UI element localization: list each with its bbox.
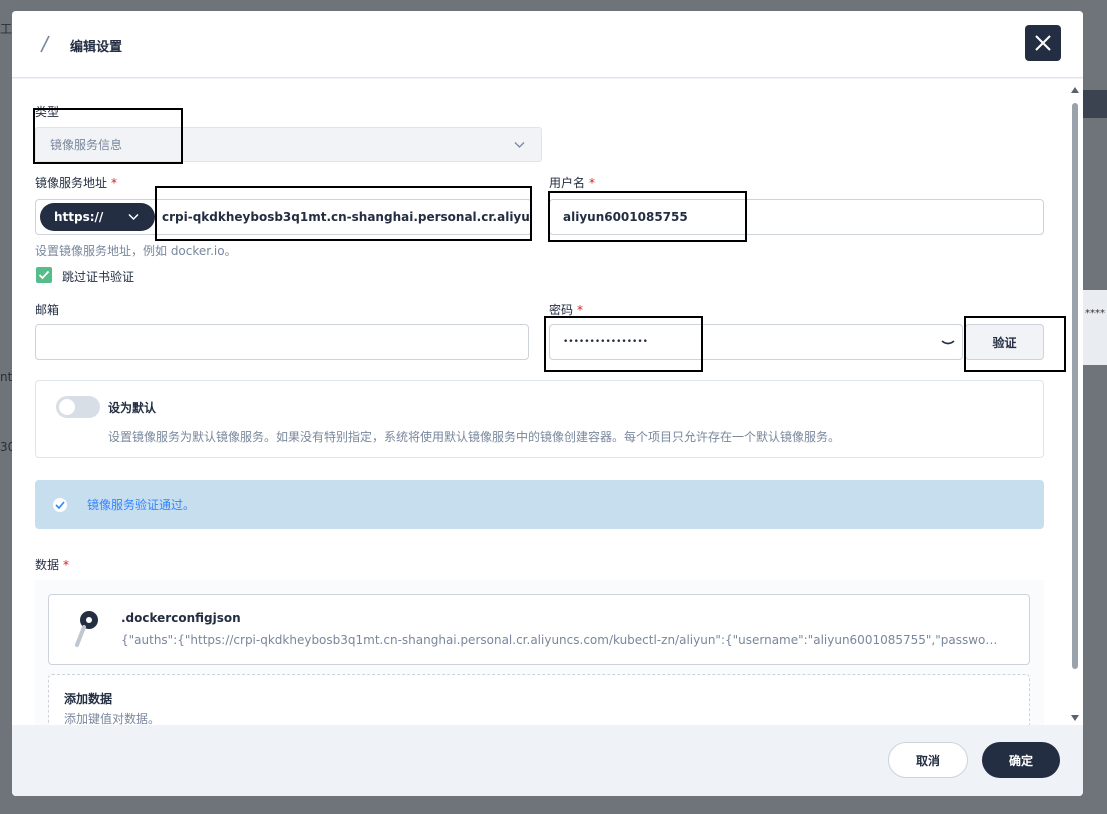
confirm-button[interactable]: 确定 [982,742,1060,778]
close-button[interactable] [1025,25,1061,61]
cancel-button[interactable]: 取消 [888,742,968,778]
email-label: 邮箱 [35,303,60,317]
chevron-down-icon [128,213,139,221]
add-data-card[interactable]: 添加数据 添加键值对数据。 [48,674,1030,725]
dialog-footer: 取消 确定 [12,725,1083,796]
background-text: nt [0,370,13,384]
registry-address-input[interactable]: crpi-qkdkheybosb3q1mt.cn-shanghai.person… [162,210,530,224]
eye-closed-icon[interactable] [940,340,956,346]
chevron-down-icon [514,142,525,148]
verify-button[interactable]: 验证 [965,324,1044,360]
default-setting-card: 设为默认 设置镜像服务为默认镜像服务。如果没有特别指定，系统将使用默认镜像服务中… [35,380,1044,458]
type-label: 类型 [35,105,60,119]
data-entry-value: {"auths":{"https://crpi-qkdkheybosb3q1mt… [121,633,1001,647]
add-data-description: 添加键值对数据。 [64,712,161,725]
dialog-title: 编辑设置 [70,40,123,55]
username-label: 用户名 * [549,176,596,190]
registry-address-field: https:// crpi-qkdkheybosb3q1mt.cn-shangh… [35,199,532,235]
add-data-title: 添加数据 [64,692,113,706]
scroll-up-arrow-icon[interactable] [1070,86,1080,94]
default-setting-description: 设置镜像服务为默认镜像服务。如果没有特别指定，系统将使用默认镜像服务中的镜像创建… [108,430,841,444]
background-band [1082,290,1107,365]
skip-tls-label: 跳过证书验证 [62,270,135,284]
background-text: **** [1085,308,1105,319]
protocol-value: https:// [54,210,104,224]
default-setting-title: 设为默认 [108,401,157,415]
skip-tls-checkbox[interactable] [36,267,52,283]
dialog-header: 编辑设置 [12,11,1083,78]
registry-address-hint: 设置镜像服务地址，例如 docker.io。 [35,244,237,258]
alert-text: 镜像服务验证通过。 [87,498,196,512]
close-icon [1035,35,1051,51]
password-input[interactable]: •••••••••••••••• [549,324,963,360]
email-input[interactable] [35,324,529,360]
data-section: .dockerconfigjson {"auths":{"https://crp… [35,580,1044,725]
check-icon [38,270,50,280]
edit-settings-dialog: 编辑设置 类型 镜像服务信息 镜像服务地址 * https:// crpi-qk… [12,11,1083,796]
default-toggle[interactable] [56,396,100,418]
toggle-knob [59,399,75,415]
success-check-icon [53,497,67,512]
background-text: 工 [0,22,13,36]
data-label: 数据 * [35,558,70,572]
dialog-body: 类型 镜像服务信息 镜像服务地址 * https:// crpi-qkdkheyb… [12,79,1083,725]
type-select-value: 镜像服务信息 [50,138,123,152]
data-entry-key: .dockerconfigjson [121,611,241,625]
registry-address-label: 镜像服务地址 * [35,176,118,190]
edit-pencil-icon [40,35,50,53]
scrollbar-thumb[interactable] [1072,103,1078,669]
verify-success-alert: 镜像服务验证通过。 [35,480,1044,529]
scroll-down-arrow-icon[interactable] [1070,714,1080,722]
username-input[interactable]: aliyun6001085755 [549,199,1044,235]
data-entry-card[interactable]: .dockerconfigjson {"auths":{"https://crp… [48,594,1030,665]
key-icon [75,611,98,647]
type-select[interactable]: 镜像服务信息 [35,127,542,162]
background-bar [1082,90,1107,118]
password-label: 密码 * [549,303,584,317]
protocol-select[interactable]: https:// [40,203,155,231]
